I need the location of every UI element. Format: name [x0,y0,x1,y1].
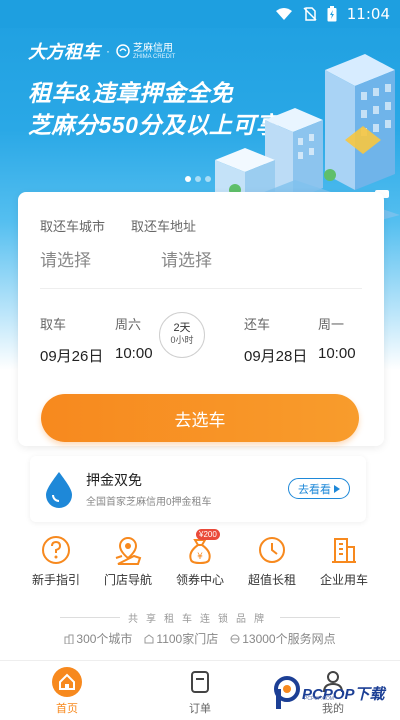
booking-card: 取还车城市 取还车地址 请选择 请选择 取车 周六 09月26日 10:00 还… [18,192,384,446]
city-select[interactable]: 请选择 [40,246,91,271]
card-divider [40,288,362,289]
pickup-time[interactable]: 10:00 [115,345,153,362]
nav-home-label: 首页 [56,703,78,715]
brand-stats: 300个城市 1100家门店 13000个服务网点 [0,630,400,647]
quick-menu: 新手指引 门店导航 ¥ ¥200 领券中心 超值长租 企业用车 [0,529,400,594]
return-date[interactable]: 09月28日 [244,345,307,366]
no-sim-icon [303,7,317,21]
chain-brand-title: 共享租车连锁品牌 [128,614,272,625]
pagination-dot-1[interactable] [185,176,191,182]
pickup-label: 取车 [40,317,67,332]
city-label: 取还车城市 [40,219,106,234]
address-select[interactable]: 请选择 [161,246,212,271]
pagination-dot-3[interactable] [205,176,211,182]
pickup-date[interactable]: 09月26日 [40,345,103,366]
quick-item-label: 新手指引 [31,573,80,587]
map-pin-icon [115,536,142,565]
wifi-icon [275,8,292,20]
battery-icon [327,6,337,22]
duration-days: 2天 [173,322,191,334]
quick-item-store-nav[interactable]: 门店导航 [92,534,164,588]
quick-item-coupons[interactable]: ¥ ¥200 领券中心 [164,529,236,588]
promo-title: 押金双免 [86,472,142,488]
return-weekday: 周一 [318,317,345,332]
svg-text:¥: ¥ [197,552,203,562]
quick-item-label: 门店导航 [103,573,152,587]
stat-cities-label: 300个城市 [76,632,133,646]
return-label: 还车 [244,317,271,332]
brand-name: 大方租车 [28,42,100,62]
city-icon [64,634,74,644]
nav-home[interactable]: 首页 [27,667,107,716]
building-icon [332,538,356,563]
watermark-logo-icon [274,676,300,709]
partner-name: 芝麻信用 [133,42,173,54]
brand-row: 大方租车 · 芝麻信用 ZHIMA CREDIT [28,38,175,64]
home-icon [52,667,82,697]
pickup-weekday: 周六 [115,317,142,332]
stat-stores-label: 1100家门店 [156,632,219,646]
quick-item-label: 超值长租 [247,573,296,587]
return-time[interactable]: 10:00 [318,345,356,362]
money-bag-icon: ¥ ¥200 [184,529,220,566]
stat-service-points: 13000个服务网点 [230,630,336,647]
question-icon [42,536,70,564]
brand-separator: · [106,44,110,58]
nav-orders[interactable]: 订单 [160,667,240,716]
store-icon [144,633,154,643]
promo-view-button[interactable]: 去看看 [288,478,350,499]
pagination-dot-2[interactable] [195,176,201,182]
nav-orders-label: 订单 [189,703,211,715]
stat-stores: 1100家门店 [144,630,218,647]
zhima-icon [116,44,130,58]
promo-view-label: 去看看 [298,483,331,496]
service-icon [230,634,240,643]
water-drop-icon [46,472,72,508]
clock-icon [259,537,285,563]
banner-pagination [185,176,211,182]
banner-headline-1: 租车&违章押金全免 [28,80,234,106]
stat-cities: 300个城市 [64,630,132,647]
promo-subtitle: 全国首家芝麻信用0押金租车 [86,497,212,508]
status-time: 11:04 [346,5,390,23]
status-icons: 11:04 [275,5,390,23]
duration-hours: 0小时 [170,335,194,345]
quick-item-enterprise[interactable]: 企业用车 [308,534,380,588]
play-triangle-icon [334,484,340,493]
rental-duration-badge: 2天 0小时 [159,312,205,358]
deposit-free-promo[interactable]: 押金双免 全国首家芝麻信用0押金租车 去看看 [30,456,366,522]
zhima-logo: 芝麻信用 ZHIMA CREDIT [116,43,175,60]
quick-item-label: 企业用车 [319,573,368,587]
choose-car-button[interactable]: 去选车 [41,394,359,442]
partner-sub: ZHIMA CREDIT [133,53,176,60]
coupon-badge: ¥200 [196,529,220,540]
site-watermark: PCPOP下载 PCPOP.COM [274,676,385,710]
quick-item-long-rent[interactable]: 超值长租 [236,534,308,588]
watermark-sub: PCPOP.COM [304,696,334,702]
quick-item-label: 领券中心 [175,573,224,587]
status-bar: 11:04 [0,0,400,28]
stat-service-label: 13000个服务网点 [242,632,336,646]
quick-item-guide[interactable]: 新手指引 [20,534,92,588]
order-icon [191,671,209,693]
address-label: 取还车地址 [131,219,197,234]
